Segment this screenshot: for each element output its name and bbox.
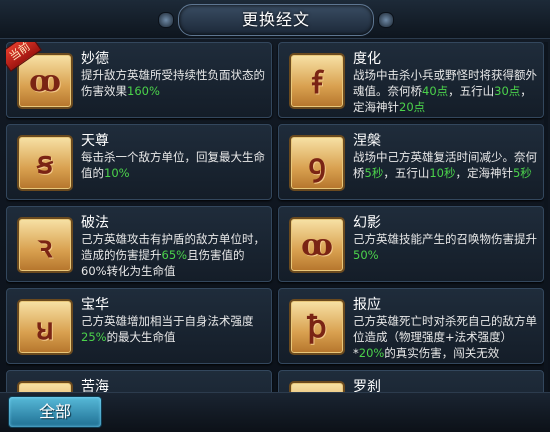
scripture-description: 提升敌方英雄所受持续性负面状态的伤害效果160%	[81, 67, 267, 99]
scripture-card[interactable]: ꞙ 度化 战场中击杀小兵或野怪时将获得额外魂值。奈何桥40点，五行山30点，定海神针…	[278, 42, 544, 118]
description-text: ，五行山	[448, 84, 495, 98]
highlight-value: 65%	[161, 248, 188, 262]
bolt-icon	[378, 12, 394, 28]
scripture-card[interactable]: ꝏ 幻影 己方英雄技能产生的召唤物伤害提升 50%	[278, 206, 544, 282]
scripture-card[interactable]: ꞩ 天尊 每击杀一个敌方单位，回复最大生命值的10%	[6, 124, 272, 200]
scripture-name: 苦海	[81, 379, 109, 392]
scripture-name: 涅槃	[353, 133, 381, 149]
scripture-card[interactable]: ꝛ 破法 己方英雄攻击有护盾的敌方单位时，造成的伤害提升65%且伤害值的60%转化为…	[6, 206, 272, 282]
scripture-card[interactable]: 罗刹	[278, 370, 544, 392]
scripture-sigil-icon: ꞟ	[17, 299, 73, 355]
highlight-value: 10秒	[429, 166, 456, 180]
scripture-card[interactable]: ꝏ 妙德 提升敌方英雄所受持续性负面状态的伤害效果160% 当前	[6, 42, 272, 118]
scripture-sigil-icon	[289, 381, 345, 392]
highlight-value: 50%	[353, 248, 379, 262]
scripture-description: 战场中己方英雄复活时间减少。奈何桥5秒，五行山10秒，定海神针5秒	[353, 149, 539, 181]
scripture-card[interactable]: 苦海	[6, 370, 272, 392]
scripture-card[interactable]: ꞟ 宝华 己方英雄增加相当于自身法术强度 25%的最大生命值	[6, 288, 272, 364]
highlight-value: 160%	[127, 84, 160, 98]
scripture-card[interactable]: ꝥ 报应 己方英雄死亡时对杀死自己的敌方单位造成（物理强度+法术强度）*20%的真实…	[278, 288, 544, 364]
sigil-glyph: ꞟ	[36, 311, 54, 347]
highlight-value: 5秒	[512, 166, 532, 180]
description-text: ，定海神针	[455, 166, 513, 180]
title-bar: 更换经文	[0, 0, 550, 39]
scripture-description: 己方英雄死亡时对杀死自己的敌方单位造成（物理强度+法术强度）*20%的真实伤害，…	[353, 313, 539, 361]
description-text: 的最大生命值	[106, 330, 176, 344]
description-text: 提升敌方英雄所受持续性负面状态的伤害效果	[81, 68, 265, 98]
description-text: ，五行山	[383, 166, 430, 180]
highlight-value: 10%	[104, 166, 130, 180]
scripture-sigil-icon: ꝯ	[289, 135, 345, 191]
scripture-name: 宝华	[81, 297, 109, 313]
scripture-sigil-icon: ꝥ	[289, 299, 345, 355]
sigil-glyph: ꞙ	[312, 65, 322, 101]
scripture-card[interactable]: ꝯ 涅槃 战场中己方英雄复活时间减少。奈何桥5秒，五行山10秒，定海神针5秒	[278, 124, 544, 200]
highlight-value: 5秒	[364, 166, 384, 180]
sigil-glyph: ꝏ	[29, 63, 61, 99]
scripture-sigil-icon: ꝛ	[17, 217, 73, 273]
scrollbar[interactable]	[544, 42, 548, 392]
sigil-glyph: ꞩ	[37, 145, 53, 181]
scripture-description: 己方英雄攻击有护盾的敌方单位时，造成的伤害提升65%且伤害值的60%转化为生命值	[81, 231, 267, 279]
highlight-value: 20%	[358, 346, 385, 360]
scripture-description: 战场中击杀小兵或野怪时将获得额外魂值。奈何桥40点，五行山30点，定海神针20点	[353, 67, 539, 115]
scripture-description: 己方英雄增加相当于自身法术强度 25%的最大生命值	[81, 313, 267, 345]
sigil-glyph: ꝛ	[37, 229, 53, 265]
page-title: 更换经文	[241, 10, 310, 29]
scripture-sigil-icon	[17, 381, 73, 392]
scripture-name: 破法	[81, 215, 109, 231]
scripture-name: 度化	[353, 51, 381, 67]
screen-frame: 更换经文 ꝏ 妙德 提升敌方英雄所受持续性负面状态的伤害效果160% 当前 ꞙ 度化 战场中…	[0, 0, 550, 432]
description-text: 己方英雄技能产生的召唤物伤害提升	[353, 232, 537, 246]
scripture-name: 幻影	[353, 215, 381, 231]
scripture-sigil-icon: ꞩ	[17, 135, 73, 191]
scripture-name: 天尊	[81, 133, 109, 149]
title-plate: 更换经文	[178, 4, 374, 36]
sigil-glyph: ꝯ	[308, 147, 326, 183]
scripture-name: 报应	[353, 297, 381, 313]
bottom-bar: 全部	[0, 392, 550, 432]
description-text: 的真实伤害，闯关无效	[384, 346, 500, 360]
bolt-icon	[158, 12, 174, 28]
scripture-name: 妙德	[81, 51, 109, 67]
highlight-value: 30点	[494, 84, 521, 98]
description-text: 己方英雄增加相当于自身法术强度	[81, 314, 254, 328]
highlight-value: 20点	[399, 100, 426, 114]
scripture-name: 罗刹	[353, 379, 381, 392]
sigil-glyph: ꝏ	[301, 227, 333, 263]
scripture-list[interactable]: ꝏ 妙德 提升敌方英雄所受持续性负面状态的伤害效果160% 当前 ꞙ 度化 战场中击杀小兵或…	[6, 42, 544, 392]
sigil-glyph: ꝥ	[307, 309, 327, 345]
all-button[interactable]: 全部	[8, 396, 102, 428]
scripture-description: 每击杀一个敌方单位，回复最大生命值的10%	[81, 149, 267, 181]
scripture-sigil-icon: ꞙ	[289, 53, 345, 109]
scripture-sigil-icon: ꝏ	[289, 217, 345, 273]
highlight-value: 40点	[422, 84, 449, 98]
highlight-value: 25%	[81, 330, 107, 344]
scripture-description: 己方英雄技能产生的召唤物伤害提升 50%	[353, 231, 539, 263]
